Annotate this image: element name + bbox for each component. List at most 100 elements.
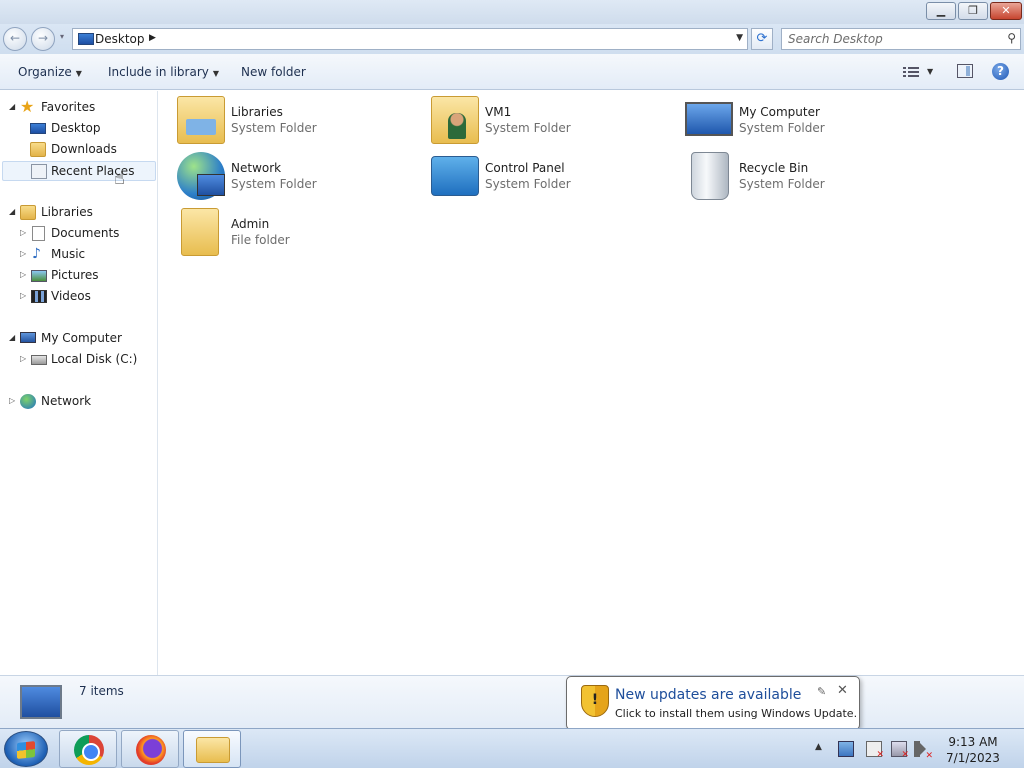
file-item-control-panel[interactable]: Control Panel System Folder — [413, 148, 663, 200]
notification-title[interactable]: New updates are available — [615, 687, 801, 703]
item-type: System Folder — [231, 121, 317, 135]
item-name: VM1 — [485, 105, 512, 119]
address-bar[interactable]: Desktop ▶ ▼ — [72, 28, 748, 50]
recent-places-icon — [31, 164, 47, 179]
include-in-library-button[interactable]: Include in library ▼ — [108, 65, 219, 79]
show-hidden-icons-icon[interactable]: ▲ — [815, 742, 822, 752]
close-button[interactable]: ✕ — [990, 2, 1022, 20]
file-item-recycle-bin[interactable]: Recycle Bin System Folder — [667, 148, 917, 200]
sidebar-item-my-computer[interactable]: ◢ My Computer — [0, 329, 156, 349]
music-icon: ♪ — [32, 246, 41, 262]
sidebar-item-music[interactable]: ▷ ♪ Music — [0, 245, 156, 265]
search-input[interactable] — [788, 31, 998, 47]
sidebar-item-label: My Computer — [41, 331, 122, 345]
item-type: System Folder — [485, 177, 571, 191]
forward-button[interactable]: → — [31, 27, 55, 51]
item-name: Control Panel — [485, 161, 565, 175]
user-folder-icon — [431, 96, 479, 144]
collapsed-arrow-icon[interactable]: ▷ — [9, 396, 15, 405]
forward-arrow-icon: → — [37, 31, 49, 45]
item-type: System Folder — [231, 177, 317, 191]
sidebar-item-recent-places[interactable]: Recent Places — [2, 161, 156, 181]
expanded-arrow-icon[interactable]: ◢ — [9, 102, 15, 111]
volume-icon[interactable] — [914, 741, 933, 761]
organize-label: Organize — [18, 65, 72, 79]
change-view-icon[interactable] — [903, 65, 919, 79]
clock-date: 7/1/2023 — [946, 751, 1000, 765]
address-dropdown-icon[interactable]: ▼ — [736, 33, 743, 43]
search-icon[interactable]: ⚲ — [1007, 31, 1016, 45]
close-icon: ✕ — [1001, 4, 1011, 17]
desktop-icon — [20, 685, 62, 719]
back-arrow-icon: ← — [9, 31, 21, 45]
taskbar-explorer[interactable] — [183, 730, 241, 768]
network-tray-icon[interactable] — [891, 741, 909, 760]
sidebar-item-downloads[interactable]: Downloads — [0, 140, 156, 160]
restore-icon: ❐ — [968, 4, 978, 17]
file-item-admin[interactable]: Admin File folder — [159, 204, 409, 256]
refresh-icon: ⟳ — [756, 31, 768, 46]
computer-icon — [20, 332, 36, 343]
command-bar: Organize ▼ Include in library ▼ New folder… — [0, 54, 1024, 90]
computer-icon — [685, 102, 733, 136]
start-button[interactable] — [4, 731, 48, 767]
collapsed-arrow-icon[interactable]: ▷ — [20, 228, 26, 237]
update-notification[interactable]: ! New updates are available Click to ins… — [566, 676, 860, 739]
sidebar-item-network[interactable]: ▷ Network — [0, 392, 156, 412]
security-shield-icon: ! — [581, 685, 609, 717]
collapsed-arrow-icon[interactable]: ▷ — [20, 354, 26, 363]
preview-pane-icon[interactable] — [957, 64, 973, 78]
navigation-bar: ← → ▾ Desktop ▶ ▼ ⟳ ⚲ — [0, 24, 1024, 54]
sidebar-item-label: Desktop — [51, 121, 101, 135]
collapsed-arrow-icon[interactable]: ▷ — [20, 270, 26, 279]
notification-text[interactable]: Click to install them using Windows Upda… — [615, 707, 857, 720]
help-icon[interactable]: ? — [992, 63, 1009, 80]
organize-button[interactable]: Organize ▼ — [18, 65, 82, 79]
restore-button[interactable]: ❐ — [958, 2, 988, 20]
taskbar-firefox[interactable] — [121, 730, 179, 768]
windows-update-tray-icon[interactable] — [838, 741, 854, 757]
new-folder-button[interactable]: New folder — [241, 65, 306, 79]
folder-icon — [181, 208, 219, 256]
expanded-arrow-icon[interactable]: ◢ — [9, 333, 15, 342]
item-name: Recycle Bin — [739, 161, 809, 175]
recent-pages-dropdown[interactable]: ▾ — [60, 32, 64, 41]
view-options-dropdown-icon[interactable]: ▼ — [927, 67, 933, 76]
notification-settings-icon[interactable]: ✎ — [817, 685, 826, 698]
hand-cursor-icon: ☝ — [114, 168, 125, 189]
expanded-arrow-icon[interactable]: ◢ — [9, 207, 15, 216]
sidebar-item-libraries[interactable]: ◢ Libraries — [0, 203, 156, 223]
sidebar-item-favorites[interactable]: ◢ ★ Favorites — [0, 98, 156, 118]
item-name: Libraries — [231, 105, 283, 119]
back-button[interactable]: ← — [3, 27, 27, 51]
item-name: Network — [231, 161, 282, 175]
file-item-my-computer[interactable]: My Computer System Folder — [667, 92, 917, 144]
action-center-icon[interactable] — [866, 741, 884, 760]
file-item-libraries[interactable]: Libraries System Folder — [159, 92, 409, 144]
collapsed-arrow-icon[interactable]: ▷ — [20, 249, 26, 258]
file-item-network[interactable]: Network System Folder — [159, 148, 409, 200]
search-box[interactable]: ⚲ — [781, 28, 1021, 50]
details-pane: 7 items — [0, 675, 1024, 728]
taskbar-chrome[interactable] — [59, 730, 117, 768]
minimize-button[interactable]: ▁ — [926, 2, 956, 20]
sidebar-item-label: Documents — [51, 226, 120, 240]
file-list[interactable]: Libraries System Folder VM1 System Folde… — [159, 91, 1024, 675]
refresh-button[interactable]: ⟳ — [751, 28, 773, 50]
sidebar-item-videos[interactable]: ▷ Videos — [0, 287, 156, 307]
chrome-icon — [74, 735, 104, 765]
breadcrumb-arrow-icon[interactable]: ▶ — [149, 33, 156, 43]
collapsed-arrow-icon[interactable]: ▷ — [20, 291, 26, 300]
file-item-vm1[interactable]: VM1 System Folder — [413, 92, 663, 144]
sidebar-item-desktop[interactable]: Desktop — [0, 119, 156, 139]
notification-close-icon[interactable]: ✕ — [837, 683, 848, 698]
sidebar-item-label: Music — [51, 247, 86, 261]
recycle-bin-icon — [691, 152, 729, 200]
clock[interactable]: 9:13 AM 7/1/2023 — [940, 734, 1006, 766]
breadcrumb-desktop[interactable]: Desktop — [95, 32, 145, 46]
sidebar-item-documents[interactable]: ▷ Documents — [0, 224, 156, 244]
navigation-pane[interactable]: ◢ ★ Favorites Desktop Downloads Recent P… — [0, 91, 158, 675]
sidebar-item-pictures[interactable]: ▷ Pictures — [0, 266, 156, 286]
sidebar-item-label: Local Disk (C:) — [51, 352, 138, 366]
sidebar-item-local-disk[interactable]: ▷ Local Disk (C:) — [0, 350, 156, 370]
